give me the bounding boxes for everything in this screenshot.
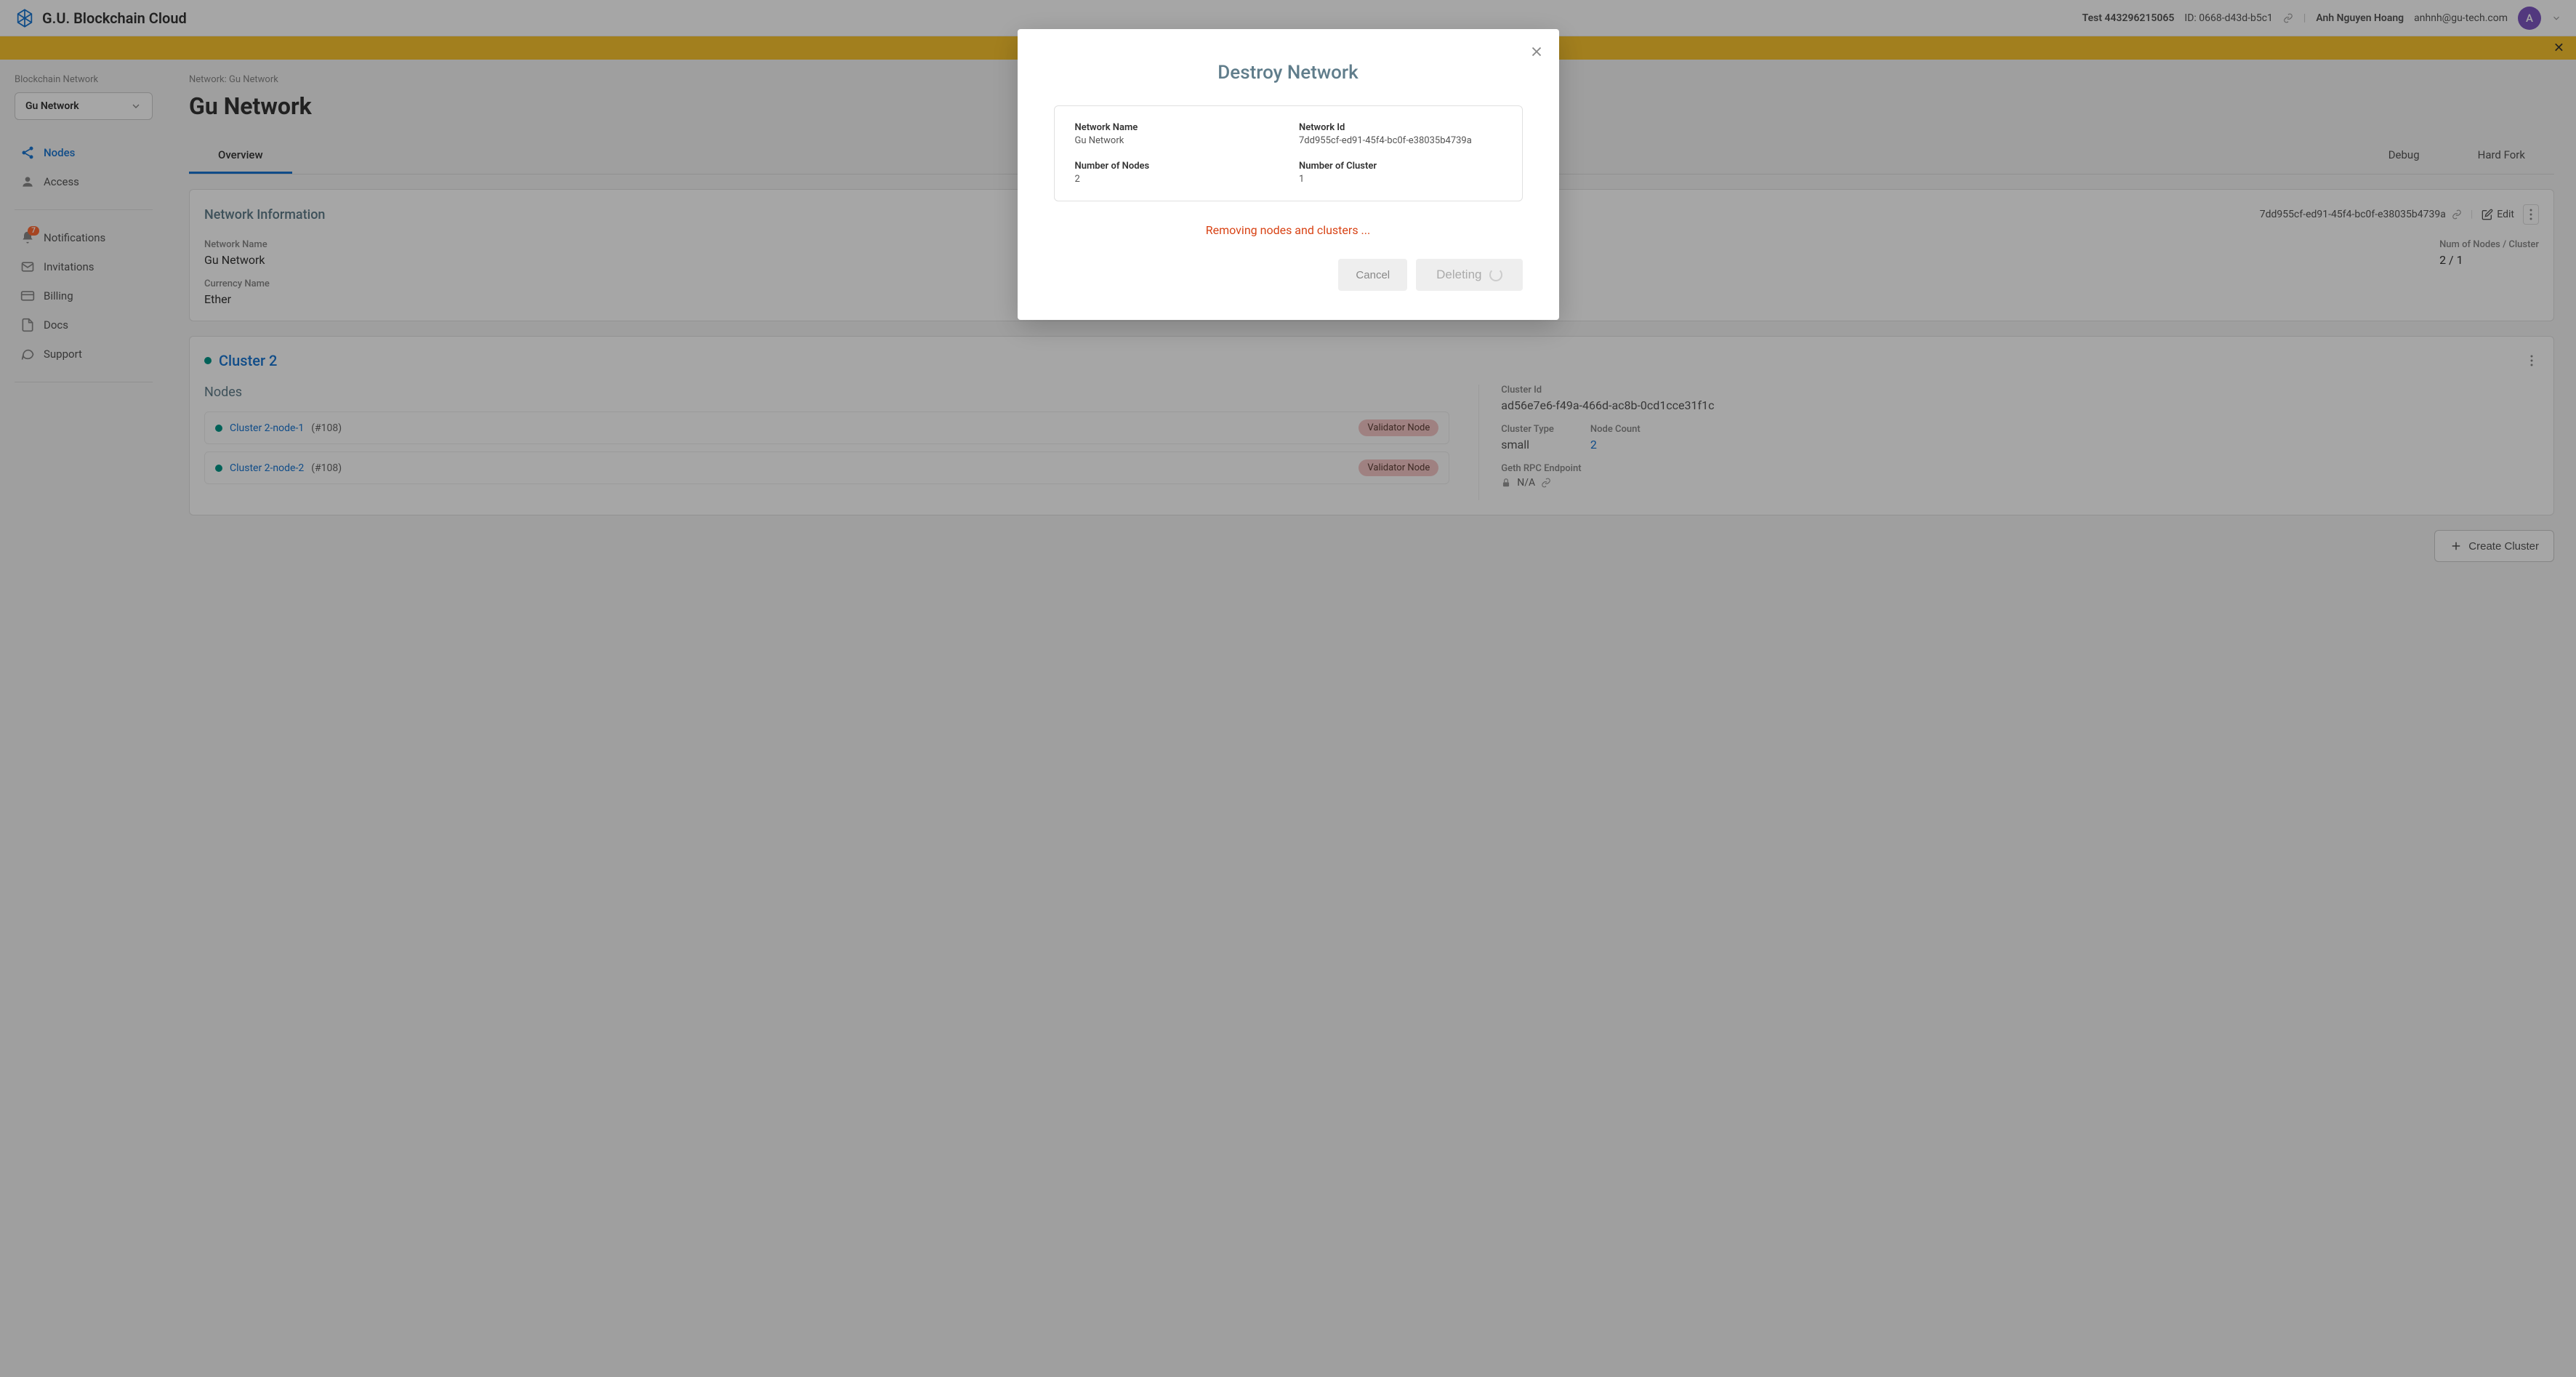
- info-value: 7dd955cf-ed91-45f4-bc0f-e38035b4739a: [1299, 135, 1502, 146]
- info-label: Number of Nodes: [1075, 161, 1278, 172]
- modal-title: Destroy Network: [1054, 62, 1523, 84]
- cancel-button[interactable]: Cancel: [1338, 259, 1407, 291]
- delete-button[interactable]: Deleting: [1416, 259, 1522, 291]
- info-value: 1: [1299, 174, 1502, 185]
- delete-label: Deleting: [1436, 268, 1481, 282]
- info-label: Number of Cluster: [1299, 161, 1502, 172]
- modal-overlay: Destroy Network Network Name Gu Network …: [0, 0, 2576, 1377]
- info-label: Network Id: [1299, 122, 1502, 133]
- info-label: Network Name: [1075, 122, 1278, 133]
- close-icon[interactable]: [1529, 44, 1545, 60]
- destroy-network-modal: Destroy Network Network Name Gu Network …: [1018, 29, 1559, 320]
- info-value: Gu Network: [1075, 135, 1278, 146]
- info-value: 2: [1075, 174, 1278, 185]
- spinner-icon: [1489, 268, 1502, 281]
- modal-info-box: Network Name Gu Network Network Id 7dd95…: [1054, 105, 1523, 201]
- modal-status-text: Removing nodes and clusters ...: [1054, 223, 1523, 237]
